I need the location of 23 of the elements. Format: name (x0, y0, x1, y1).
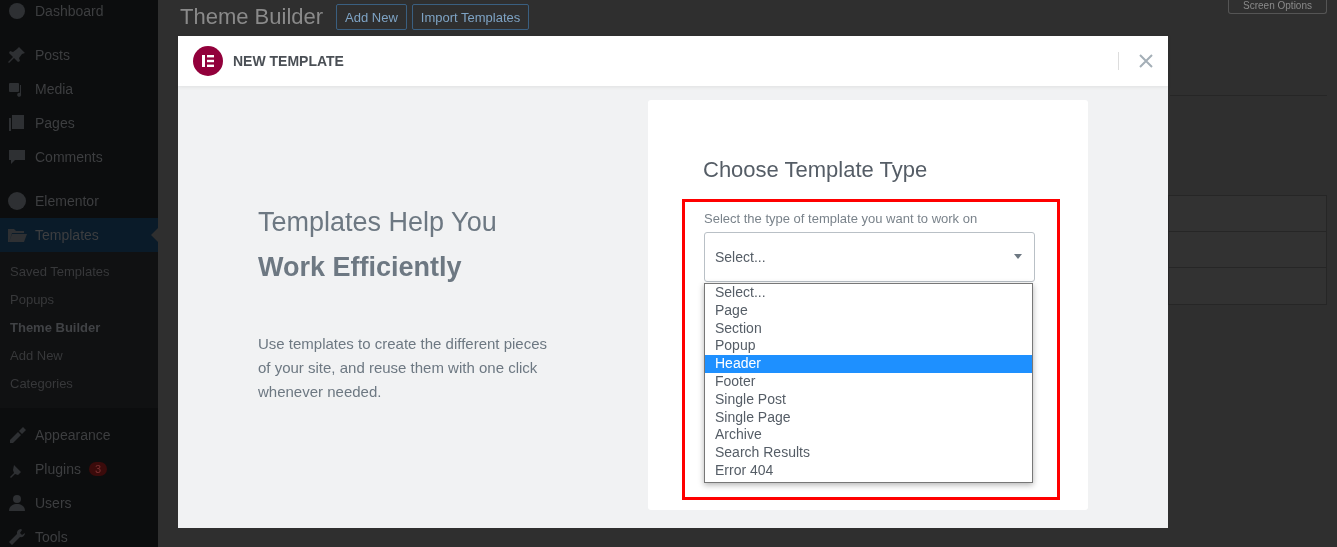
dropdown-option[interactable]: Archive (705, 426, 1032, 445)
dropdown-option[interactable]: Footer (705, 373, 1032, 391)
header-button[interactable]: Add New (336, 4, 407, 30)
intro-heading-bold: Work Efficiently (258, 251, 463, 284)
dropdown-option[interactable]: Error 404 (705, 461, 1032, 480)
dropdown-option[interactable]: Select... (705, 284, 1032, 302)
header-button[interactable]: Import Templates (411, 4, 530, 30)
modal-title: NEW TEMPLATE (233, 53, 345, 69)
dropdown-option[interactable]: Single Post (705, 390, 1032, 409)
dropdown-option[interactable]: Page (705, 301, 1032, 320)
intro-text: Use templates to create the different pieces of your site, and reuse them with one click whenever needed. (258, 334, 549, 402)
intro-heading: Templates Help You (258, 206, 498, 239)
dropdown-option[interactable]: Search Results (705, 444, 1032, 462)
dropdown-option[interactable]: Section (705, 319, 1032, 338)
page-title: Theme Builder (180, 4, 324, 30)
form-title: Choose Template Type (703, 157, 929, 183)
dropdown-option[interactable]: Popup (705, 337, 1032, 356)
template-type-select[interactable]: Select... (704, 232, 1035, 282)
dropdown-option[interactable]: Header (705, 355, 1032, 373)
dropdown-option[interactable]: Single Page (705, 408, 1032, 427)
screen-options-button[interactable]: Screen Options (1228, 0, 1327, 14)
count-badge: 3 (88, 462, 108, 476)
field-label: Select the type of template you want to work on (704, 211, 979, 226)
